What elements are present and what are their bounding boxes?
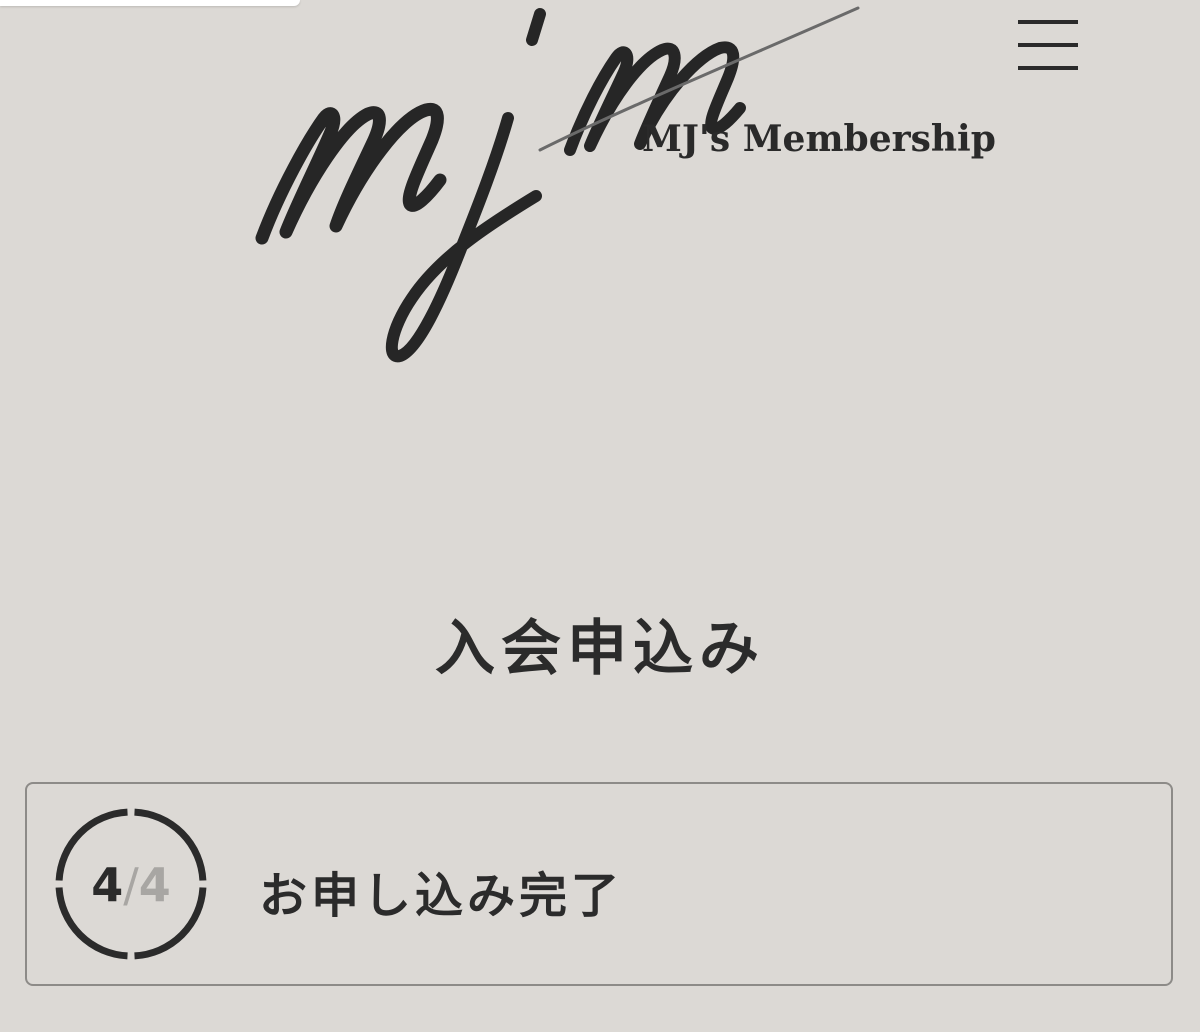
brand-name: MJ's Membership (642, 118, 996, 160)
step-counter: 4/4 (53, 858, 209, 912)
page-title: 入会申込み (435, 614, 765, 684)
site-logo[interactable]: MJ's Membership (240, 0, 996, 380)
step-indicator-box: 4/4 お申し込み完了 (25, 782, 1173, 986)
step-label: お申し込み完了 (259, 868, 624, 924)
step-current: 4 (91, 858, 124, 912)
step-progress-ring: 4/4 (53, 806, 209, 962)
mjm-script-logo-icon (255, 6, 860, 363)
step-separator: / (123, 858, 139, 912)
step-total: 4 (138, 858, 171, 912)
menu-button[interactable] (1010, 18, 1084, 80)
